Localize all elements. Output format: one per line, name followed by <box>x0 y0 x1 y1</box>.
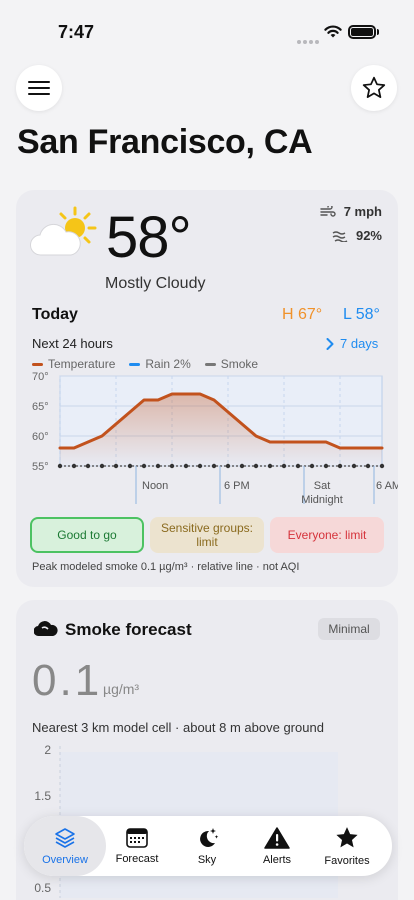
tab-forecast[interactable]: Forecast <box>102 816 172 876</box>
smoke-point <box>155 463 161 469</box>
smoke-point <box>239 463 245 469</box>
calendar-icon <box>126 828 148 848</box>
smoke-value: 0.1 <box>32 656 103 705</box>
current-temperature: 58° <box>106 205 192 270</box>
y-tick-label: 55° <box>32 461 49 473</box>
y-tick-label: 65° <box>32 401 49 413</box>
y-tick-label: 60° <box>32 431 49 443</box>
tab-overview-label: Overview <box>42 854 88 866</box>
x-tick-label: Midnight <box>301 494 343 506</box>
legend-rain-swatch <box>129 362 141 366</box>
legend-temperature-swatch <box>32 362 43 366</box>
x-tick-label: Sat <box>314 480 331 492</box>
today-label: Today <box>32 306 78 323</box>
tab-favorites-label: Favorites <box>324 855 370 867</box>
wifi-icon <box>324 25 342 38</box>
x-tick-label: 6 AM <box>376 480 398 492</box>
star-icon <box>336 827 358 848</box>
smoke-point <box>99 463 105 469</box>
status-bar: 7:47 <box>0 0 414 54</box>
wind-icon <box>320 205 336 217</box>
smoke-point <box>379 463 385 469</box>
tab-forecast-label: Forecast <box>115 853 159 865</box>
humidity-stat: 92% <box>332 228 382 243</box>
smoke-point <box>127 463 133 469</box>
chevron-right-icon <box>326 337 334 350</box>
smoke-point <box>365 463 371 469</box>
next-24-hours-label: Next 24 hours <box>32 336 113 351</box>
tab-bar: Overview Forecast Sky Alerts Favorites <box>24 816 392 876</box>
favorite-button[interactable] <box>351 65 397 111</box>
smoke-point <box>57 463 63 469</box>
high-temp: H 67° <box>282 306 323 323</box>
smoke-point <box>211 463 217 469</box>
smoke-point <box>337 463 343 469</box>
smoke-point <box>183 463 189 469</box>
chart-legend: Temperature Rain 2% Smoke <box>32 357 258 371</box>
smoke-point <box>169 463 175 469</box>
smoke-point <box>267 463 273 469</box>
hamburger-icon <box>28 81 50 95</box>
smoke-point <box>281 463 287 469</box>
low-temp: L 58° <box>343 306 380 323</box>
moon-stars-icon <box>200 828 219 847</box>
smoke-forecast-title: Smoke forecast <box>65 620 192 639</box>
tab-overview[interactable]: Overview <box>24 816 106 876</box>
legend-rain: Rain 2% <box>129 357 191 371</box>
smoke-point <box>309 463 315 469</box>
wind-stat: 7 mph <box>320 204 382 219</box>
signal-dots-icon <box>297 31 321 44</box>
tab-sky-label: Sky <box>197 854 217 866</box>
tab-sky[interactable]: Sky <box>172 816 242 876</box>
tab-alerts-label: Alerts <box>262 854 292 866</box>
seven-days-link[interactable]: 7 days <box>326 336 378 351</box>
model-cell-note: Nearest 3 km model cell · about 8 m abov… <box>32 720 324 735</box>
smoke-y-tick-label: 0.5 <box>34 881 51 895</box>
layers-icon <box>55 828 75 848</box>
x-tick-label: 6 PM <box>224 480 250 492</box>
smoke-point <box>253 463 259 469</box>
star-outline-icon <box>362 76 386 98</box>
smoke-point <box>351 463 357 469</box>
smoke-unit: µg/m³ <box>103 681 140 697</box>
hourly-chart: 70° 65° 60° 55° Noon 6 PM Sat Midnight 6 AM <box>32 371 398 506</box>
status-time: 7:47 <box>58 22 95 42</box>
menu-button[interactable] <box>16 65 62 111</box>
peak-smoke-note: Peak modeled smoke 0.1 µg/m³ · relative … <box>32 561 300 573</box>
smoke-point <box>85 463 91 469</box>
smoke-point <box>225 463 231 469</box>
smoke-point <box>71 463 77 469</box>
smoke-y-tick-label: 2 <box>44 743 51 757</box>
battery-icon <box>348 25 376 39</box>
tab-alerts[interactable]: Alerts <box>242 816 312 876</box>
badge-sensitive-groups: Sensitive groups: limit <box>150 517 264 553</box>
partly-cloudy-icon <box>30 206 97 256</box>
smoke-guidance-badges: Good to go Sensitive groups: limit Every… <box>30 517 384 553</box>
smoke-point <box>141 463 147 469</box>
smoke-point <box>197 463 203 469</box>
humidity-icon <box>332 230 348 242</box>
current-conditions-card: 58° Mostly Cloudy 7 mph 92% Today H 67° … <box>16 190 398 587</box>
y-tick-label: 70° <box>32 371 49 383</box>
x-tick-label: Noon <box>142 480 168 492</box>
humidity-value: 92% <box>355 228 382 243</box>
wind-value: 7 mph <box>343 204 382 219</box>
legend-smoke-swatch <box>204 362 216 366</box>
badge-everyone-limit: Everyone: limit <box>270 517 384 553</box>
smoke-cloud-icon <box>34 621 58 637</box>
smoke-point <box>323 463 329 469</box>
smoke-level-badge: Minimal <box>318 618 380 640</box>
legend-temperature: Temperature <box>32 357 115 371</box>
page-title: San Francisco, CA <box>17 123 313 161</box>
legend-smoke: Smoke <box>204 357 258 371</box>
smoke-point <box>113 463 119 469</box>
seven-days-label: 7 days <box>340 336 379 351</box>
smoke-y-tick-label: 1.5 <box>34 789 51 803</box>
badge-good-to-go: Good to go <box>30 517 144 553</box>
condition-label: Mostly Cloudy <box>105 275 206 292</box>
tab-favorites[interactable]: Favorites <box>312 816 382 876</box>
alert-icon <box>264 827 290 849</box>
smoke-point <box>295 463 301 469</box>
